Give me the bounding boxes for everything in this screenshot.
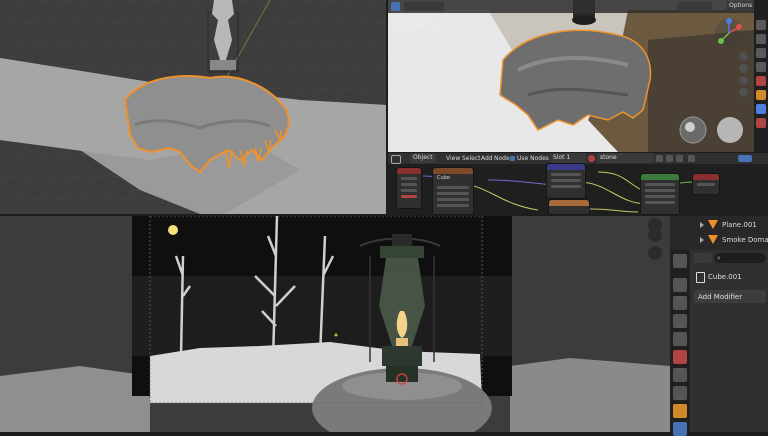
render-tab-icon[interactable] xyxy=(673,278,687,292)
node-color-ramp[interactable] xyxy=(548,199,590,215)
properties-panel: ⌕ Cube.001 Add Modifier xyxy=(670,250,768,436)
object-tab-icon[interactable] xyxy=(756,90,766,100)
use-nodes-label: Use Nodes xyxy=(517,155,549,162)
material-sphere-icon xyxy=(588,155,595,162)
world-tab-icon[interactable] xyxy=(673,350,687,364)
outliner-item-label: Smoke Domain xyxy=(722,236,768,244)
menu-view[interactable]: View xyxy=(446,155,460,162)
viewport-overlay-line2: (1) Collection | Cube xyxy=(392,23,444,29)
viewport-bottom[interactable] xyxy=(0,216,670,432)
use-nodes-checkbox[interactable] xyxy=(510,156,515,161)
output-tab-icon[interactable] xyxy=(756,48,766,58)
editor-type-icon[interactable] xyxy=(391,2,400,11)
viewport-top-right[interactable]: Options User Perspective (1) Collection … xyxy=(388,0,754,152)
menu-add[interactable]: Add xyxy=(481,155,493,162)
collapse-arrow-icon[interactable] xyxy=(700,237,704,243)
world-tab-icon[interactable] xyxy=(756,76,766,86)
overlay-toggle-icon[interactable] xyxy=(738,155,752,162)
object-name: Cube.001 xyxy=(708,273,742,281)
node-bump[interactable] xyxy=(546,163,586,199)
properties-tabs xyxy=(670,250,690,436)
collection-tab-icon[interactable] xyxy=(673,368,687,382)
menu-node[interactable]: Node xyxy=(494,155,510,162)
hdri-sphere-diffuse xyxy=(717,117,743,143)
viewport-top-left[interactable] xyxy=(0,0,386,214)
node-image-texture[interactable]: Cube xyxy=(432,167,474,215)
properties-tabs-column-top xyxy=(754,0,768,152)
viewport-top-left-canvas xyxy=(0,0,386,214)
collapse-arrow-icon[interactable] xyxy=(700,222,704,228)
new-material-icon[interactable] xyxy=(666,155,673,162)
view-layer-tab-icon[interactable] xyxy=(673,314,687,328)
output-tab-icon[interactable] xyxy=(673,296,687,310)
slot-dropdown[interactable]: Slot 1 xyxy=(550,153,586,163)
scene-tab-icon[interactable] xyxy=(756,62,766,72)
node-texture-coordinate[interactable] xyxy=(396,167,422,209)
pan-hand-icon[interactable] xyxy=(739,64,748,73)
zoom-icon[interactable] xyxy=(739,52,748,61)
menu-select[interactable]: Select xyxy=(462,155,481,162)
outliner-item[interactable]: Plane.001 xyxy=(670,218,768,232)
tool-tab-icon[interactable] xyxy=(673,254,687,268)
camera-view-icon[interactable] xyxy=(648,246,662,260)
unlink-icon[interactable] xyxy=(676,155,683,162)
object-tab-icon[interactable] xyxy=(673,386,687,400)
search-icon: ⌕ xyxy=(717,254,721,262)
navigation-gizmo-icon[interactable] xyxy=(714,18,744,48)
mode-buttons[interactable] xyxy=(404,2,444,11)
add-modifier-label: Add Modifier xyxy=(698,293,743,301)
perspective-grid-icon[interactable] xyxy=(739,88,748,97)
outliner-item[interactable]: Smoke Domain xyxy=(670,233,768,247)
modifier-tab-icon[interactable] xyxy=(756,104,766,114)
viewport-bottom-canvas xyxy=(0,216,670,432)
outliner: Plane.001 Smoke Domain xyxy=(670,216,768,250)
outliner-item-label: Plane.001 xyxy=(722,221,757,229)
material-tab-icon[interactable] xyxy=(756,118,766,128)
mesh-icon xyxy=(708,235,718,244)
add-modifier-button[interactable]: Add Modifier xyxy=(694,290,766,303)
tool-tab-icon[interactable] xyxy=(756,20,766,30)
wrench-icon xyxy=(696,272,705,283)
object-dropdown[interactable]: Object xyxy=(410,153,436,163)
node-editor-icon[interactable] xyxy=(391,155,401,164)
viewport-top-right-header: Options xyxy=(388,0,754,13)
material-name-field[interactable]: stone xyxy=(597,153,653,163)
plane-mesh-icon xyxy=(708,220,718,229)
pin-icon[interactable] xyxy=(688,155,695,162)
node-texcoord-title: Cube xyxy=(437,175,450,181)
node-material-output[interactable] xyxy=(692,173,720,195)
render-tab-icon[interactable] xyxy=(756,34,766,44)
pan-hand-icon-bottom[interactable] xyxy=(648,228,662,242)
moon xyxy=(168,225,178,235)
fake-user-icon[interactable] xyxy=(656,155,663,162)
object-name-row: Cube.001 xyxy=(692,270,768,284)
camera-icon[interactable] xyxy=(739,76,748,85)
search-field[interactable]: ⌕ xyxy=(714,253,766,263)
search-input[interactable] xyxy=(726,253,764,262)
node-editor[interactable]: Object View Select Add Node Use Nodes Sl… xyxy=(388,153,768,215)
modifier-tab-icon[interactable] xyxy=(673,404,687,418)
scene-tab-icon[interactable] xyxy=(673,332,687,346)
options-button[interactable]: Options xyxy=(726,1,754,11)
shading-buttons[interactable] xyxy=(678,2,712,11)
particles-tab-icon[interactable] xyxy=(673,422,687,436)
editor-type-dropdown[interactable] xyxy=(694,253,712,263)
node-principled-bsdf[interactable] xyxy=(640,173,680,215)
viewport-overlay-line1: User Perspective xyxy=(392,16,434,22)
